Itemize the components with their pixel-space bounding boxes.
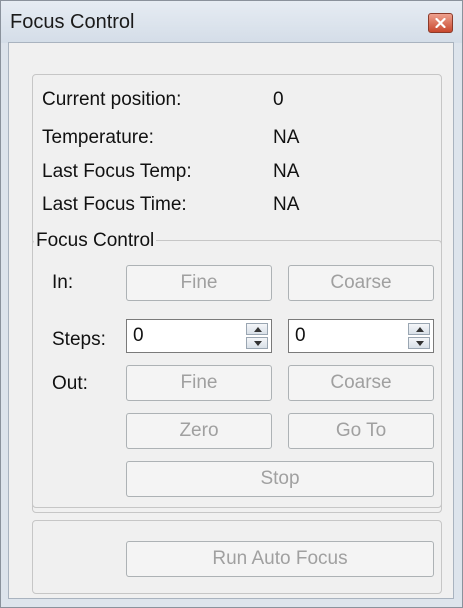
title-bar[interactable]: Focus Control (1, 1, 462, 43)
steps-fine-up-arrow[interactable] (246, 323, 268, 335)
in-label: In: (52, 272, 74, 293)
triangle-down-icon (254, 341, 262, 346)
goto-button[interactable]: Go To (288, 413, 434, 449)
stop-button[interactable]: Stop (126, 461, 434, 497)
steps-fine-down-arrow[interactable] (246, 337, 268, 349)
triangle-up-icon (416, 327, 424, 332)
zero-button[interactable]: Zero (126, 413, 272, 449)
close-icon (435, 18, 446, 28)
steps-label: Steps: (52, 329, 106, 350)
steps-coarse-down-arrow[interactable] (408, 337, 430, 349)
steps-fine-spin-buttons[interactable] (246, 323, 268, 349)
triangle-up-icon (254, 327, 262, 332)
steps-coarse-up-arrow[interactable] (408, 323, 430, 335)
focus-control-group-title: Focus Control (34, 230, 157, 252)
run-auto-focus-button[interactable]: Run Auto Focus (126, 541, 434, 577)
steps-coarse-value: 0 (295, 325, 306, 346)
out-coarse-button[interactable]: Coarse (288, 365, 434, 401)
steps-fine-value: 0 (133, 325, 144, 346)
window-title: Focus Control (10, 11, 135, 33)
in-coarse-button[interactable]: Coarse (288, 265, 434, 301)
steps-coarse-spin-buttons[interactable] (408, 323, 430, 349)
close-button[interactable] (428, 13, 453, 33)
out-label: Out: (52, 373, 88, 394)
out-fine-button[interactable]: Fine (126, 365, 272, 401)
steps-coarse-spinner[interactable]: 0 (288, 319, 434, 353)
triangle-down-icon (416, 341, 424, 346)
steps-fine-spinner[interactable]: 0 (126, 319, 272, 353)
in-fine-button[interactable]: Fine (126, 265, 272, 301)
